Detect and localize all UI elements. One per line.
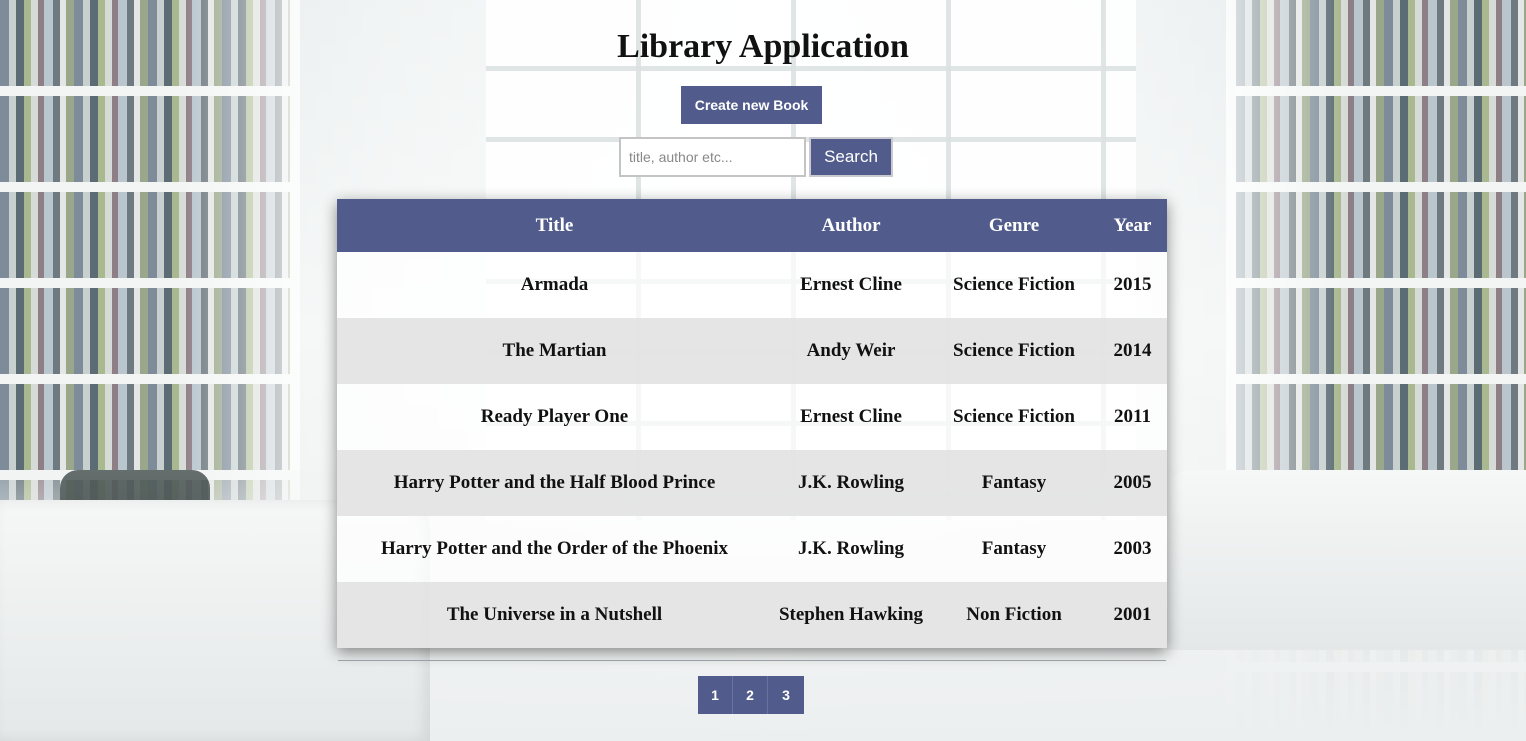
cell-author: Stephen Hawking (772, 582, 930, 648)
cell-year: 2015 (1098, 252, 1167, 318)
cell-title: Ready Player One (337, 384, 772, 450)
cell-title: The Martian (337, 318, 772, 384)
cell-author: Ernest Cline (772, 384, 930, 450)
table-row[interactable]: The Universe in a Nutshell Stephen Hawki… (337, 582, 1167, 648)
cell-year: 2005 (1098, 450, 1167, 516)
create-new-book-button[interactable]: Create new Book (681, 86, 822, 124)
cell-title: Harry Potter and the Half Blood Prince (337, 450, 772, 516)
page-title: Library Application (617, 28, 909, 65)
cell-author: Andy Weir (772, 318, 930, 384)
cell-author: J.K. Rowling (772, 516, 930, 582)
cell-genre: Non Fiction (930, 582, 1098, 648)
table-header-row: Title Author Genre Year (337, 199, 1167, 252)
page-button-1[interactable]: 1 (698, 676, 733, 714)
cell-year: 2011 (1098, 384, 1167, 450)
page-button-3[interactable]: 3 (768, 676, 804, 714)
table-row[interactable]: Armada Ernest Cline Science Fiction 2015 (337, 252, 1167, 318)
search-bar: Search (619, 137, 893, 177)
search-input[interactable] (619, 137, 806, 177)
cell-author: J.K. Rowling (772, 450, 930, 516)
column-header-author[interactable]: Author (772, 199, 930, 252)
cell-year: 2014 (1098, 318, 1167, 384)
table-row[interactable]: Harry Potter and the Order of the Phoeni… (337, 516, 1167, 582)
column-header-genre[interactable]: Genre (930, 199, 1098, 252)
search-button[interactable]: Search (809, 137, 893, 177)
table-row[interactable]: Ready Player One Ernest Cline Science Fi… (337, 384, 1167, 450)
cell-year: 2003 (1098, 516, 1167, 582)
cell-genre: Fantasy (930, 450, 1098, 516)
cell-title: Harry Potter and the Order of the Phoeni… (337, 516, 772, 582)
cell-genre: Science Fiction (930, 318, 1098, 384)
books-table: Title Author Genre Year Armada Ernest Cl… (337, 199, 1167, 648)
books-table-container: Title Author Genre Year Armada Ernest Cl… (337, 199, 1167, 648)
table-divider (338, 660, 1166, 661)
table-row[interactable]: Harry Potter and the Half Blood Prince J… (337, 450, 1167, 516)
cell-year: 2001 (1098, 582, 1167, 648)
pagination: 1 2 3 (698, 676, 804, 714)
column-header-title[interactable]: Title (337, 199, 772, 252)
cell-genre: Science Fiction (930, 252, 1098, 318)
cell-title: The Universe in a Nutshell (337, 582, 772, 648)
table-row[interactable]: The Martian Andy Weir Science Fiction 20… (337, 318, 1167, 384)
right-desk-decoration (1166, 470, 1526, 650)
cell-author: Ernest Cline (772, 252, 930, 318)
cell-genre: Science Fiction (930, 384, 1098, 450)
cell-genre: Fantasy (930, 516, 1098, 582)
cell-title: Armada (337, 252, 772, 318)
column-header-year[interactable]: Year (1098, 199, 1167, 252)
page-button-2[interactable]: 2 (733, 676, 768, 714)
